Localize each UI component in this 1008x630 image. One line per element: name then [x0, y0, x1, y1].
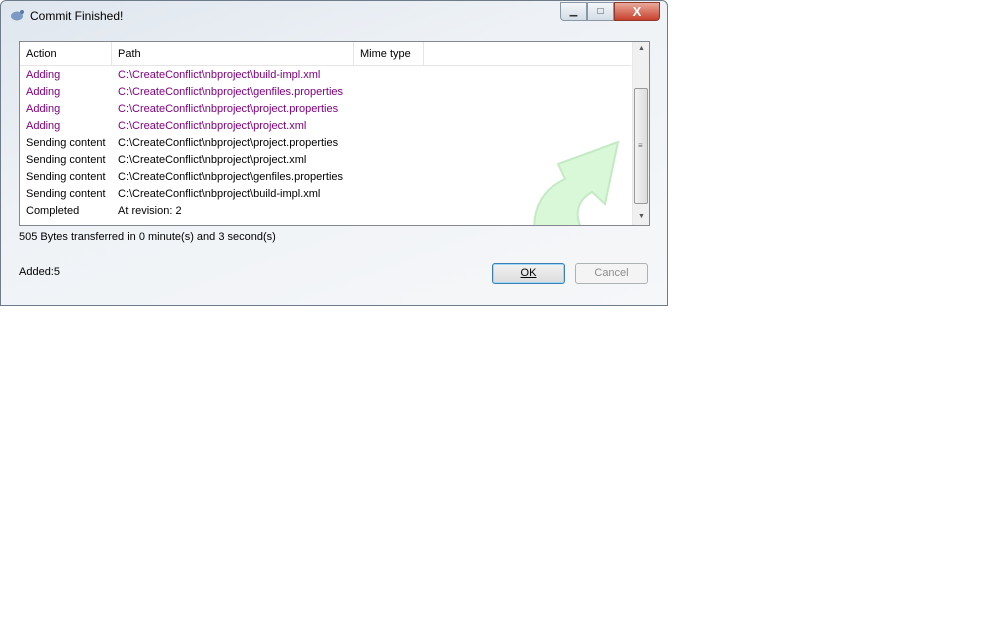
action-cell: Adding	[26, 120, 61, 132]
column-header-path[interactable]: Path	[112, 42, 354, 65]
maximize-button[interactable]: □	[587, 2, 614, 21]
table-row[interactable]: Sending content C:\CreateConflict\nbproje…	[20, 169, 631, 186]
added-summary: Added:5	[19, 266, 60, 278]
scroll-down-icon[interactable]: ▼	[638, 213, 645, 220]
cancel-button[interactable]: Cancel	[575, 263, 648, 284]
vertical-scrollbar[interactable]: ▲ ≡ ▼	[632, 42, 649, 225]
column-header-action[interactable]: Action	[20, 42, 112, 65]
table-row[interactable]: Adding C:\CreateConflict\nbproject\genfil…	[20, 84, 631, 101]
action-cell: Sending content	[26, 188, 106, 200]
commit-results-list[interactable]: Action Path Mime type Adding C:\CreateCon…	[19, 41, 650, 226]
action-cell: Sending content	[26, 137, 106, 149]
table-row[interactable]: Sending content C:\CreateConflict\nbproje…	[20, 186, 631, 203]
path-cell: C:\CreateConflict\nbproject\project.prop…	[118, 137, 339, 149]
close-button[interactable]: X	[614, 2, 660, 21]
action-cell: Adding	[26, 86, 61, 98]
table-row[interactable]: Adding C:\CreateConflict\nbproject\projec…	[20, 118, 631, 135]
path-cell: C:\CreateConflict\nbproject\genfiles.pro…	[118, 86, 344, 98]
ok-button[interactable]: OK	[492, 263, 565, 284]
path-cell: C:\CreateConflict\nbproject\build-impl.x…	[118, 69, 321, 81]
minimize-icon: ▁	[569, 6, 578, 17]
transfer-status: 505 Bytes transferred in 0 minute(s) and…	[19, 231, 276, 243]
table-row[interactable]: Adding C:\CreateConflict\nbproject\projec…	[20, 101, 631, 118]
path-cell: C:\CreateConflict\nbproject\project.xml	[118, 120, 307, 132]
table-row[interactable]: Sending content C:\CreateConflict\nbproje…	[20, 152, 631, 169]
action-cell: Sending content	[26, 171, 106, 183]
table-row[interactable]: Adding C:\CreateConflict\nbproject\build-…	[20, 67, 631, 84]
scroll-up-icon[interactable]: ▲	[638, 45, 645, 52]
action-cell: Completed	[26, 205, 80, 217]
table-row[interactable]: Completed At revision: 2	[20, 203, 631, 220]
action-cell: Adding	[26, 69, 61, 81]
action-cell: Sending content	[26, 154, 106, 166]
table-row[interactable]: Sending content C:\CreateConflict\nbproje…	[20, 135, 631, 152]
cancel-label: Cancel	[594, 267, 629, 279]
path-cell: C:\CreateConflict\nbproject\project.xml	[118, 154, 307, 166]
window-title: Commit Finished!	[30, 9, 124, 23]
path-cell: C:\CreateConflict\nbproject\project.prop…	[118, 103, 339, 115]
scrollbar-thumb[interactable]: ≡	[634, 88, 648, 204]
column-header-mime-type[interactable]: Mime type	[354, 42, 424, 65]
path-cell: C:\CreateConflict\nbproject\build-impl.x…	[118, 188, 321, 200]
path-cell: At revision: 2	[118, 205, 182, 217]
ok-label: OK	[520, 267, 537, 279]
path-cell: C:\CreateConflict\nbproject\genfiles.pro…	[118, 171, 344, 183]
close-icon: X	[632, 4, 642, 19]
grip-icon: ≡	[638, 141, 643, 150]
action-cell: Adding	[26, 103, 61, 115]
list-header: Action Path Mime type	[20, 42, 631, 66]
tortoisesvn-icon	[11, 10, 24, 21]
maximize-icon: □	[597, 6, 604, 17]
minimize-button[interactable]: ▁	[560, 2, 587, 21]
